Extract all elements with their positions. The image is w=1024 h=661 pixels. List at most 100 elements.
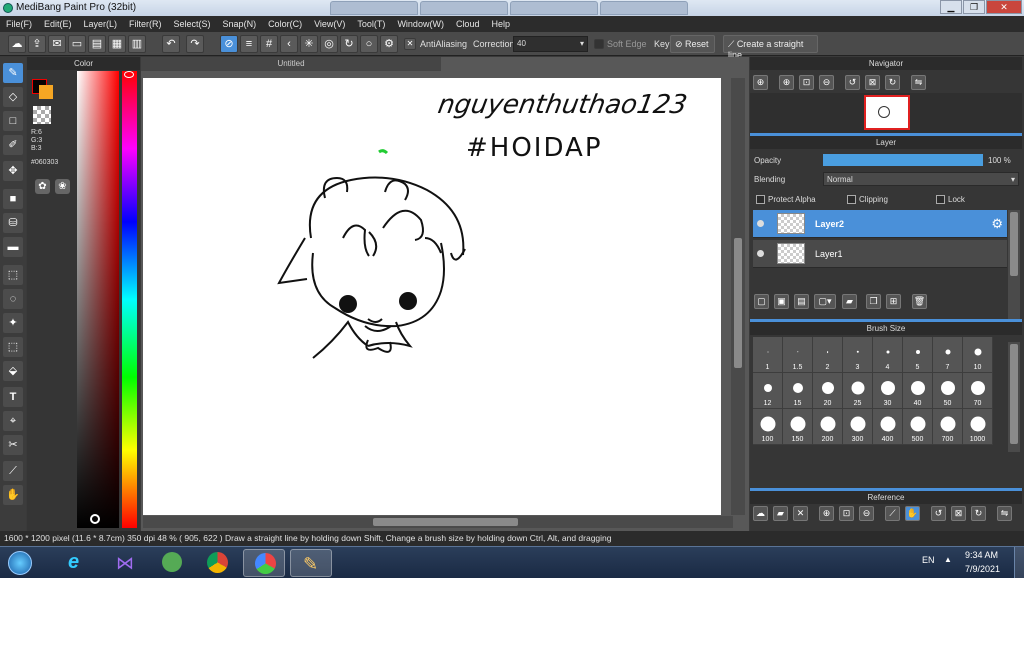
blending-select[interactable]: Normal ▾ — [823, 172, 1019, 186]
brush-size-cell[interactable]: 1 — [753, 337, 783, 373]
pen-tool-icon[interactable]: ✐ — [3, 135, 23, 155]
minimize-button[interactable]: ▁ — [940, 0, 962, 14]
brush-size-cell[interactable]: 25 — [843, 373, 873, 409]
brush-size-cell[interactable]: 150 — [783, 409, 813, 445]
select-rect-tool-icon[interactable]: ⬚ — [3, 265, 23, 285]
brush-size-scrollbar[interactable] — [1008, 342, 1020, 452]
vertical-scroll-thumb[interactable] — [734, 238, 742, 368]
hue-slider[interactable] — [122, 71, 137, 528]
document-icon[interactable]: ▤ — [88, 35, 106, 53]
maximize-button[interactable]: ❐ — [963, 0, 985, 14]
undo-icon[interactable]: ↶ — [162, 35, 180, 53]
menu-layer[interactable]: Layer(L) — [78, 19, 124, 29]
soft-edge-checkbox[interactable] — [594, 39, 604, 49]
protect-alpha-checkbox[interactable] — [756, 195, 765, 204]
share-icon[interactable]: ⇪ — [28, 35, 46, 53]
close-reference-icon[interactable]: ✕ — [793, 506, 808, 521]
menu-filter[interactable]: Filter(R) — [123, 19, 168, 29]
fit-icon[interactable]: ⊡ — [799, 75, 814, 90]
language-indicator[interactable]: EN — [922, 555, 935, 565]
brush-size-cell[interactable]: 40 — [903, 373, 933, 409]
color-palette-alt-icon[interactable]: ❀ — [55, 179, 70, 194]
copy-layer-icon[interactable]: ▤ — [794, 294, 809, 309]
merge-layer-icon[interactable]: ⊞ — [886, 294, 901, 309]
folder-icon[interactable]: ▰ — [842, 294, 857, 309]
page-icon[interactable]: ▥ — [128, 35, 146, 53]
clipping-checkbox[interactable] — [847, 195, 856, 204]
vs-taskbar-button[interactable]: ⋈ — [104, 549, 146, 577]
navigator-thumbnail[interactable] — [864, 95, 910, 130]
perspective-snap-icon[interactable]: ‹ — [280, 35, 298, 53]
menu-select[interactable]: Select(S) — [168, 19, 217, 29]
flip-icon[interactable]: ⇋ — [911, 75, 926, 90]
grid-snap-icon[interactable]: # — [260, 35, 278, 53]
chrome-taskbar-button[interactable] — [196, 549, 238, 577]
delete-layer-icon[interactable]: 🗑 — [912, 294, 927, 309]
brush-size-cell[interactable]: 100 — [753, 409, 783, 445]
brush-size-cell[interactable]: 12 — [753, 373, 783, 409]
menu-tool[interactable]: Tool(T) — [351, 19, 391, 29]
menu-cloud[interactable]: Cloud — [450, 19, 486, 29]
radial-snap-icon[interactable]: ✳ — [300, 35, 318, 53]
brush-size-cell[interactable]: 4 — [873, 337, 903, 373]
hand-tool-icon[interactable]: ✋ — [3, 485, 23, 505]
brush-size-cell[interactable]: 50 — [933, 373, 963, 409]
medibang-taskbar-button[interactable] — [243, 549, 285, 577]
background-color-swatch[interactable] — [39, 85, 53, 99]
menu-snap[interactable]: Snap(N) — [217, 19, 263, 29]
concentric-snap-icon[interactable]: ◎ — [320, 35, 338, 53]
correction-select[interactable]: 40 ▾ — [513, 36, 588, 52]
move-tool-icon[interactable]: ✥ — [3, 161, 23, 181]
select-pen-tool-icon[interactable]: ⬚ — [3, 337, 23, 357]
vertical-scrollbar[interactable] — [731, 78, 745, 515]
new-layer-alt-icon[interactable]: ▣ — [774, 294, 789, 309]
show-desktop-button[interactable] — [1014, 547, 1024, 578]
magic-wand-tool-icon[interactable]: ✦ — [3, 313, 23, 333]
reset-button[interactable]: ⊘ Reset — [670, 35, 715, 53]
brush-size-cell[interactable]: 3 — [843, 337, 873, 373]
layer-settings-gear-icon[interactable]: ⚙ — [991, 216, 1003, 232]
brush-size-cell[interactable]: 300 — [843, 409, 873, 445]
open-folder-icon[interactable]: ▰ — [773, 506, 788, 521]
circle-snap-icon[interactable]: ○ — [360, 35, 378, 53]
drawing-canvas[interactable]: nguyenthuthao123 #HOIDAP — [143, 78, 721, 515]
brush-size-cell[interactable]: 200 — [813, 409, 843, 445]
operation-tool-icon[interactable]: ⌖ — [3, 411, 23, 431]
brush-size-cell[interactable]: 70 — [963, 373, 993, 409]
clock-date[interactable]: 7/9/2021 — [965, 564, 1000, 574]
opacity-slider[interactable] — [823, 154, 983, 166]
hue-slider-handle[interactable] — [124, 71, 134, 78]
cloud-upload-icon[interactable]: ☁ — [753, 506, 768, 521]
tray-chevron-icon[interactable]: ▲ — [944, 555, 952, 564]
saturation-value-picker[interactable] — [77, 71, 119, 528]
app-taskbar-button[interactable] — [150, 549, 192, 577]
brush-size-cell[interactable]: 400 — [873, 409, 903, 445]
brush-size-cell[interactable]: 1000 — [963, 409, 993, 445]
bucket-tool-icon[interactable]: ⛁ — [3, 213, 23, 233]
lock-checkbox[interactable] — [936, 195, 945, 204]
brush-size-cell[interactable]: 10 — [963, 337, 993, 373]
menu-view[interactable]: View(V) — [308, 19, 351, 29]
color-palette-icon[interactable]: ✿ — [35, 179, 50, 194]
zoom-in-icon[interactable]: ⊕ — [753, 75, 768, 90]
flip-icon[interactable]: ⇋ — [997, 506, 1012, 521]
layer-row-layer2[interactable]: Layer2 ⚙ — [753, 210, 1007, 238]
add-layer-dropdown-icon[interactable]: ▢▾ — [814, 294, 836, 309]
rotate-left-icon[interactable]: ↺ — [931, 506, 946, 521]
snap-settings-icon[interactable]: ⚙ — [380, 35, 398, 53]
comment-icon[interactable]: ✉ — [48, 35, 66, 53]
brush-size-cell[interactable]: 1.5 — [783, 337, 813, 373]
menu-help[interactable]: Help — [485, 19, 516, 29]
gradient-tool-icon[interactable]: ▬ — [3, 237, 23, 257]
lasso-tool-icon[interactable]: ◌ — [3, 289, 23, 309]
zoom-out-icon[interactable]: ⊖ — [819, 75, 834, 90]
close-button[interactable]: ✕ — [986, 0, 1022, 14]
menu-file[interactable]: File(F) — [0, 19, 38, 29]
zoom-out-icon[interactable]: ⊖ — [859, 506, 874, 521]
brush-size-cell[interactable]: 30 — [873, 373, 903, 409]
layer-scroll-thumb[interactable] — [1010, 212, 1018, 276]
duplicate-layer-icon[interactable]: ❐ — [866, 294, 881, 309]
fill-rect-tool-icon[interactable]: ■ — [3, 189, 23, 209]
brush-size-cell[interactable]: 20 — [813, 373, 843, 409]
cloud-icon[interactable]: ☁ — [8, 35, 26, 53]
